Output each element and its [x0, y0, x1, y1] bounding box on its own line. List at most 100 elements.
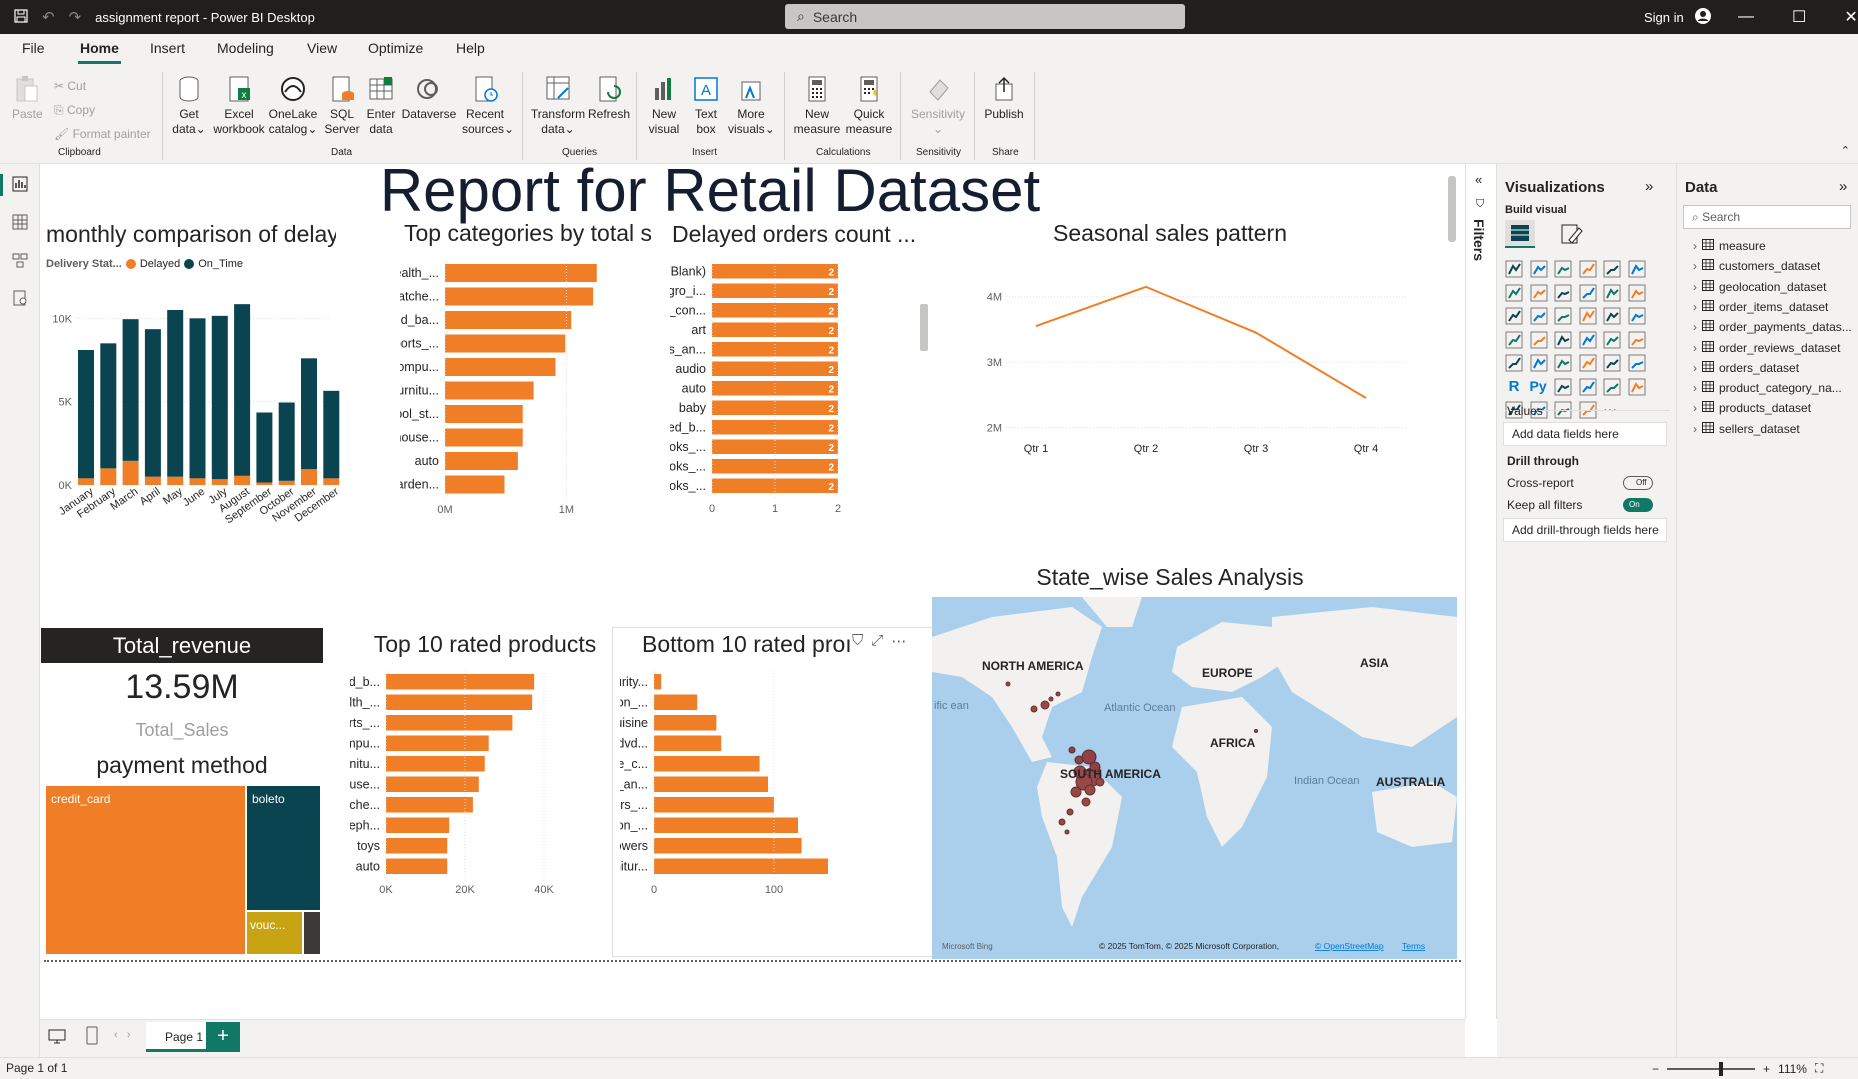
qna-icon[interactable] [1603, 378, 1621, 396]
more-visuals-button[interactable]: More visuals⌄ [728, 74, 775, 137]
waterfall-chart-icon[interactable] [1530, 307, 1548, 325]
scatter-chart-icon[interactable] [1579, 307, 1597, 325]
top-rated-chart[interactable]: bed_b... health_... sports_... compu... furn… [350, 664, 640, 954]
bar[interactable] [445, 405, 523, 423]
state-sales-map[interactable]: NORTH AMERICA EUROPE ASIA AFRICA SOUTH A… [932, 597, 1457, 959]
enter-data-button[interactable]: Enter data [364, 74, 398, 137]
bar[interactable] [386, 858, 448, 875]
shape-map-icon[interactable] [1579, 331, 1597, 349]
menu-home[interactable]: Home [80, 40, 119, 56]
filters-pane-collapsed[interactable]: « ⛉ Filters [1465, 164, 1497, 1019]
delayed-bar[interactable] [167, 476, 184, 485]
table-icon[interactable] [1603, 354, 1621, 372]
menu-insert[interactable]: Insert [150, 40, 185, 56]
filled-map-icon[interactable] [1554, 331, 1572, 349]
delayed-bar[interactable] [100, 468, 117, 485]
redo-icon[interactable]: ↷ [69, 8, 82, 26]
data-table-item[interactable]: › order_reviews_dataset [1693, 340, 1840, 355]
copy-button[interactable]: ⎘ Copy [54, 98, 151, 122]
bar[interactable] [386, 715, 513, 731]
treemap-credit-card[interactable]: credit_card [46, 786, 245, 954]
on-time-bar[interactable] [167, 310, 184, 477]
stacked-bar-chart-icon[interactable] [1505, 260, 1523, 278]
delayed-bar[interactable] [301, 469, 317, 485]
menu-modeling[interactable]: Modeling [217, 40, 274, 56]
delayed-bar[interactable] [78, 478, 94, 485]
100-area-chart-icon[interactable] [1579, 284, 1597, 302]
kpi-icon[interactable] [1554, 354, 1572, 372]
on-time-bar[interactable] [278, 402, 295, 481]
menu-help[interactable]: Help [456, 40, 485, 56]
bar[interactable] [654, 756, 760, 772]
undo-icon[interactable]: ↶ [42, 8, 55, 26]
on-time-bar[interactable] [78, 350, 94, 479]
zoom-slider[interactable] [1667, 1061, 1756, 1076]
save-icon[interactable] [14, 8, 28, 26]
refresh-button[interactable]: Refresh [588, 74, 630, 122]
on-time-bar[interactable] [144, 329, 161, 477]
bar[interactable] [654, 858, 828, 875]
monthly-chart[interactable]: 0K5K10KJanuaryFebruaryMarchAprilMayJune J… [40, 269, 340, 534]
fit-to-page-icon[interactable]: ⛶ [1815, 1061, 1823, 1076]
cross-report-toggle[interactable]: Off [1623, 476, 1653, 490]
collapse-data-icon[interactable]: » [1839, 178, 1847, 195]
r-visual-icon[interactable]: R [1505, 378, 1523, 396]
collapse-visualizations-icon[interactable]: » [1645, 178, 1653, 195]
mobile-layout-icon[interactable] [86, 1026, 98, 1051]
area-chart-icon[interactable] [1530, 284, 1548, 302]
top-categories-chart[interactable]: health_... watche... bed_ba... sports_...co… [400, 256, 660, 531]
bar[interactable] [386, 838, 448, 854]
data-table-item[interactable]: › order_items_dataset [1693, 299, 1828, 314]
format-painter-button[interactable]: 🖌 Format painter [54, 122, 151, 146]
data-table-item[interactable]: › products_dataset [1693, 401, 1811, 415]
bar[interactable] [654, 735, 722, 752]
bar[interactable] [654, 817, 798, 834]
search-input[interactable]: ⌕ Search [785, 4, 1185, 29]
bar[interactable] [445, 334, 566, 353]
zoom-out-button[interactable]: − [1652, 1062, 1659, 1076]
openstreetmap-link[interactable]: © OpenStreetMap [1315, 941, 1384, 951]
add-page-button[interactable]: + [206, 1022, 240, 1052]
treemap-boleto[interactable]: boleto [247, 786, 320, 910]
matrix-icon[interactable] [1628, 354, 1646, 372]
bar[interactable] [386, 756, 485, 772]
payment-treemap[interactable]: credit_card boleto vouc... [46, 786, 320, 954]
format-visual-tab[interactable] [1559, 222, 1585, 251]
delayed-bar[interactable] [189, 478, 206, 485]
paste-button[interactable]: Paste [12, 74, 43, 122]
keep-all-filters-toggle[interactable]: On [1623, 498, 1653, 512]
new-visual-button[interactable]: New visual [644, 74, 684, 137]
donut-chart-icon[interactable] [1628, 307, 1646, 325]
minimize-icon[interactable]: — [1738, 8, 1754, 26]
transform-data-button[interactable]: Transform data⌄ [530, 74, 586, 137]
menu-optimize[interactable]: Optimize [368, 40, 423, 56]
100-column-chart-icon[interactable] [1628, 260, 1646, 278]
chevron-right-icon[interactable]: › [1693, 239, 1697, 253]
bar[interactable] [386, 797, 473, 813]
collapse-ribbon-icon[interactable]: ⌃ [1841, 144, 1850, 157]
bar[interactable] [654, 797, 774, 813]
decomposition-tree-icon[interactable] [1579, 378, 1597, 396]
drill-through-drop-zone[interactable]: Add drill-through fields here [1503, 518, 1667, 542]
data-table-item[interactable]: › customers_dataset [1693, 259, 1820, 273]
bar[interactable] [654, 694, 698, 711]
excel-workbook-button[interactable]: x Excel workbook [210, 74, 268, 137]
cut-button[interactable]: ✂ Cut [54, 74, 151, 98]
on-time-bar[interactable] [234, 304, 251, 476]
bar[interactable] [445, 287, 594, 306]
data-table-item[interactable]: › sellers_dataset [1693, 421, 1800, 436]
more-options-icon[interactable]: ⋯ [891, 632, 906, 650]
report-view-icon[interactable] [12, 176, 28, 197]
on-time-bar[interactable] [301, 358, 317, 470]
data-table-item[interactable]: › product_category_na... [1693, 381, 1842, 395]
treemap-debit-card[interactable] [304, 912, 320, 954]
sign-in-link[interactable]: Sign in [1644, 10, 1684, 25]
clustered-bar-chart-icon[interactable] [1554, 260, 1572, 278]
build-visual-tab[interactable] [1505, 220, 1535, 248]
publish-button[interactable]: Publish [982, 74, 1026, 122]
100-bar-chart-icon[interactable] [1603, 260, 1621, 278]
canvas-scrollbar[interactable] [1448, 176, 1456, 242]
chevron-right-icon[interactable]: › [1693, 259, 1697, 273]
bar[interactable] [386, 694, 533, 711]
bar[interactable] [654, 776, 768, 793]
